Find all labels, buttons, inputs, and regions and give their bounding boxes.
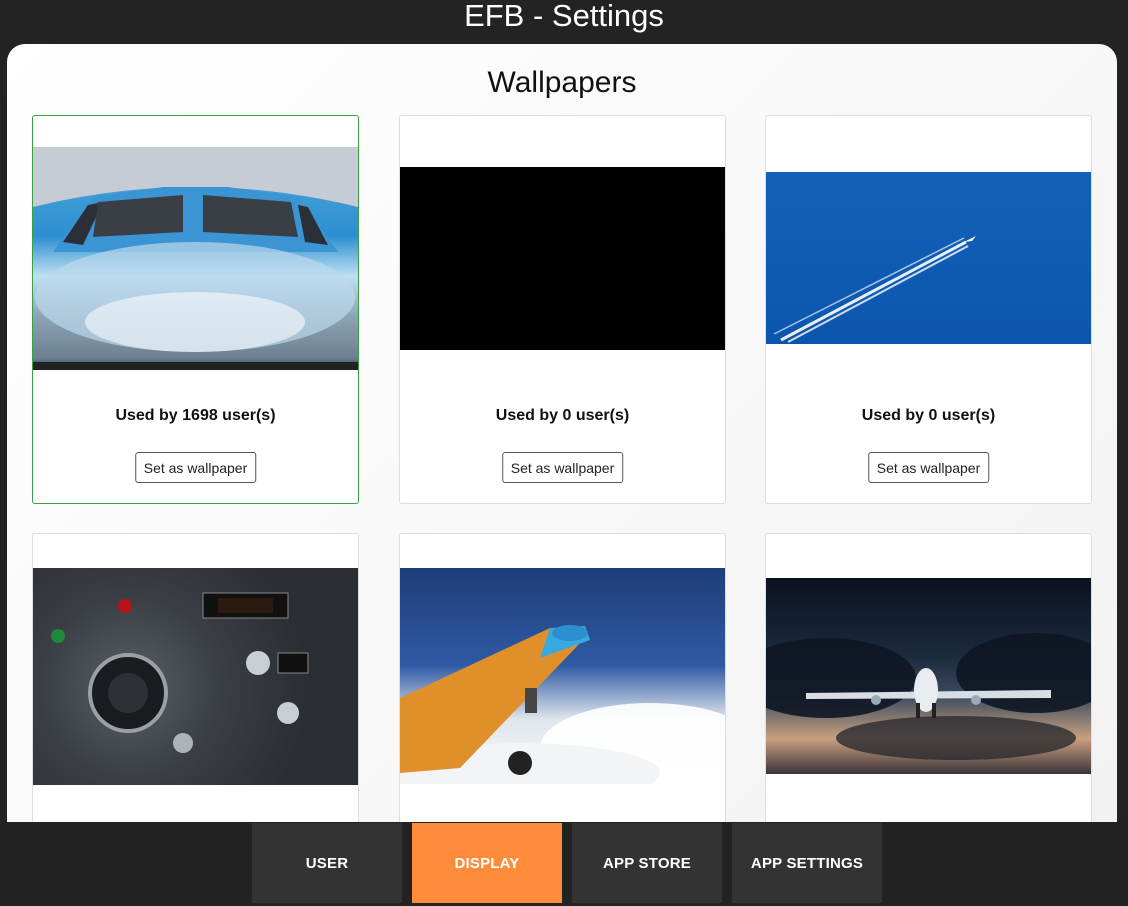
tab-user[interactable]: USER (252, 823, 402, 903)
wallpaper-card[interactable] (32, 533, 359, 834)
wallpaper-image-747 (766, 578, 1091, 774)
wallpaper-image-contrail (766, 172, 1091, 344)
set-wallpaper-button[interactable]: Set as wallpaper (867, 452, 990, 483)
tab-app-settings[interactable]: APP SETTINGS (732, 823, 882, 903)
bottom-nav: USER DISPLAY APP STORE APP SETTINGS (0, 822, 1128, 906)
app-title: EFB - Settings (464, 0, 664, 33)
usage-count: Used by 0 user(s) (861, 407, 996, 424)
tab-display[interactable]: DISPLAY (412, 823, 562, 903)
wallpaper-card[interactable] (765, 533, 1092, 834)
wallpaper-card[interactable]: Used by 1698 user(s) Set as wallpaper (32, 115, 359, 504)
set-wallpaper-button[interactable]: Set as wallpaper (501, 452, 624, 483)
settings-panel: Wallpapers Used by 1698 user(s) Set as w… (7, 44, 1117, 834)
usage-count: Used by 1698 user(s) (115, 407, 276, 424)
wallpaper-card[interactable] (399, 533, 726, 834)
tab-app-store[interactable]: APP STORE (572, 823, 722, 903)
usage-count: Used by 0 user(s) (495, 407, 630, 424)
wallpaper-image-cockpit (33, 568, 358, 785)
set-wallpaper-button[interactable]: Set as wallpaper (134, 452, 257, 483)
wallpaper-image-black (400, 167, 725, 350)
section-title: Wallpapers (487, 66, 637, 99)
wallpaper-card[interactable]: Used by 0 user(s) Set as wallpaper (765, 115, 1092, 504)
wallpaper-image-airliner-nose (33, 147, 358, 370)
wallpaper-image-painted-737 (400, 568, 725, 784)
wallpaper-card[interactable]: Used by 0 user(s) Set as wallpaper (399, 115, 726, 504)
